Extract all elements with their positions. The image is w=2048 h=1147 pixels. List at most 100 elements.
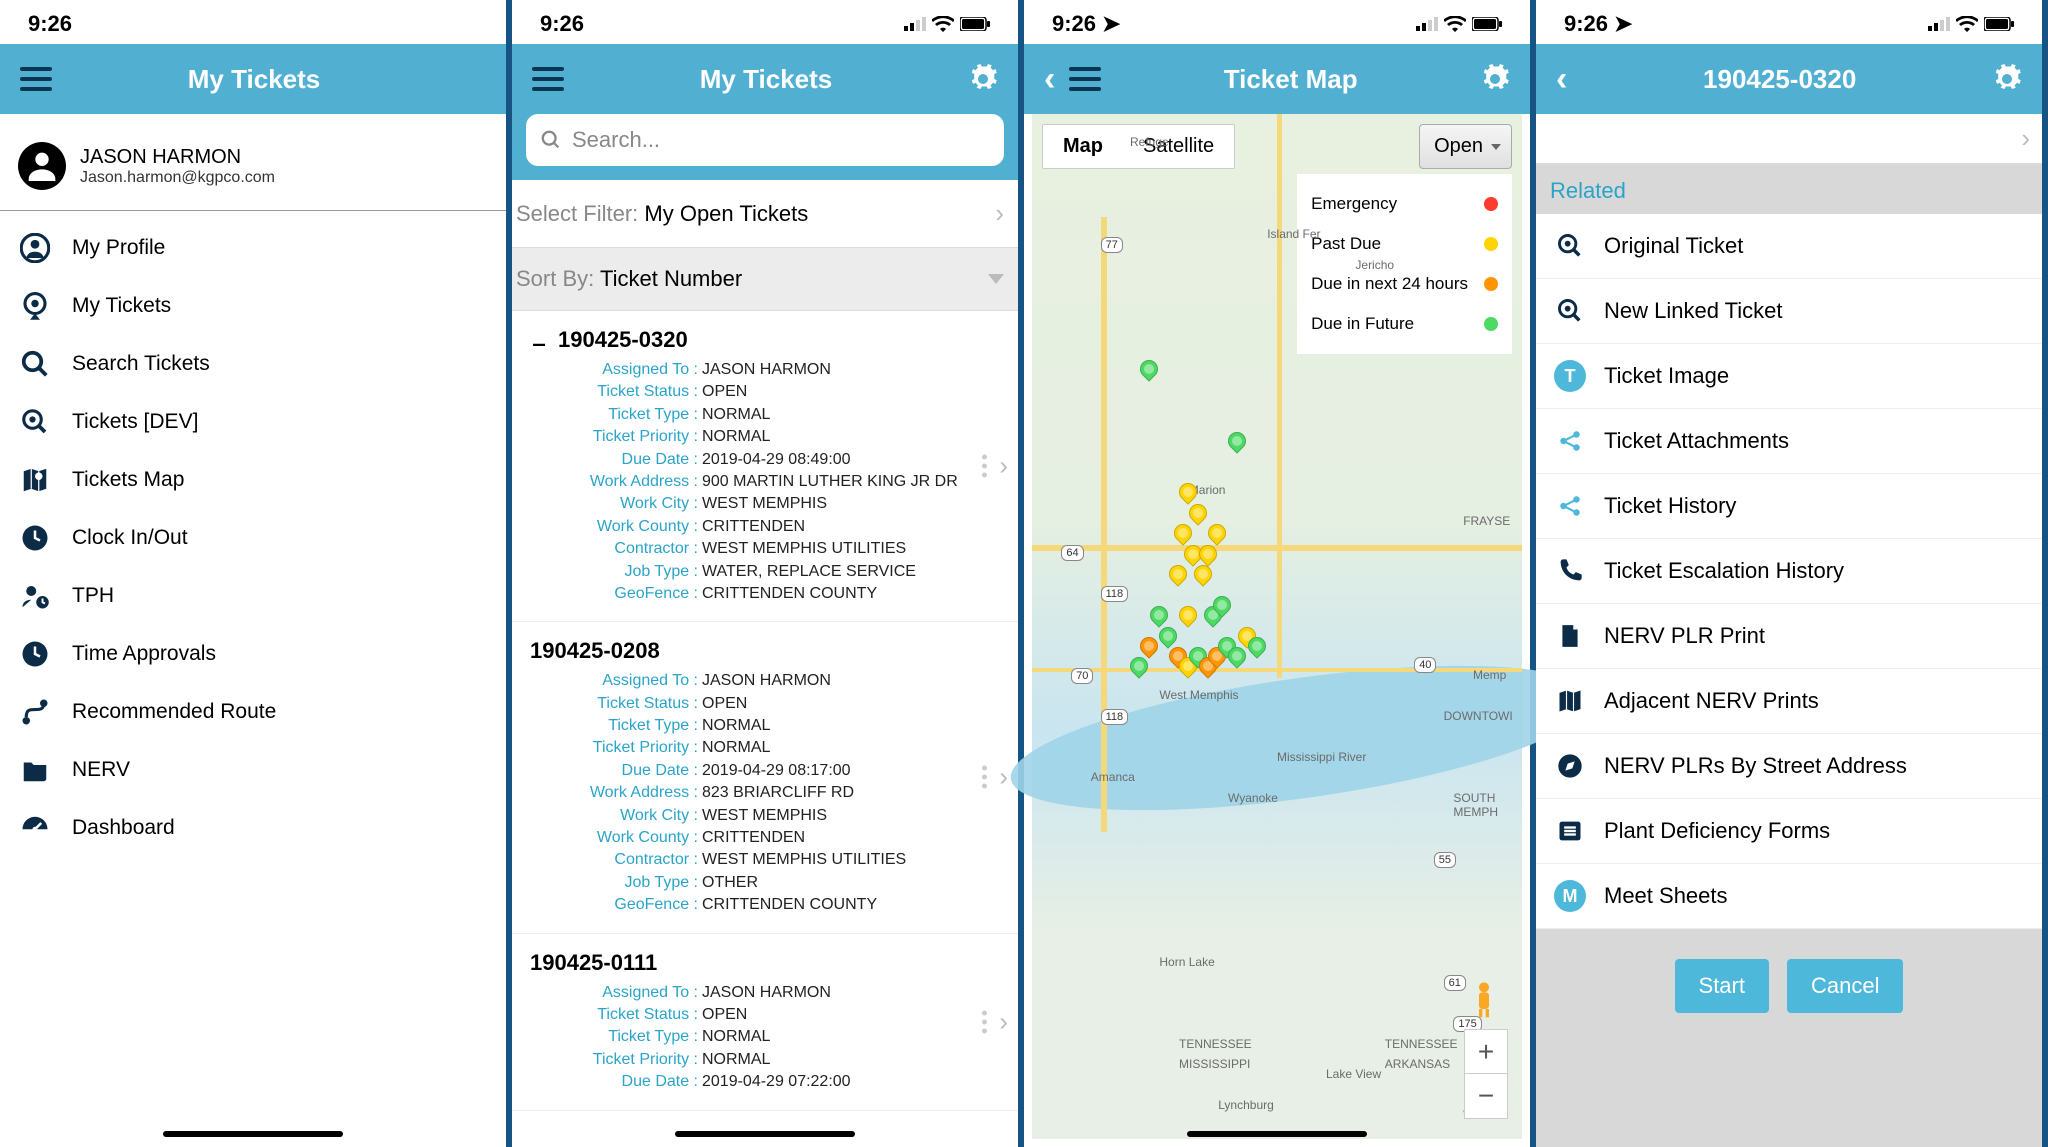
drawer-item[interactable]: My Tickets <box>0 277 506 335</box>
related-item-label: NERV PLR Print <box>1604 623 1765 649</box>
map-place-label: Lynchburg <box>1218 1098 1274 1112</box>
related-item[interactable]: MMeet Sheets <box>1536 864 2042 929</box>
field-value: 2019-04-29 08:17:00 <box>698 760 1004 782</box>
ticket-card[interactable]: 190425-0208Assigned To : JASON HARMONTic… <box>512 622 1018 933</box>
home-indicator[interactable] <box>675 1131 855 1137</box>
ticket-actions: › <box>982 1006 1008 1037</box>
zoom-controls: + − <box>1464 1029 1508 1119</box>
app-title: 190425-0320 <box>1567 64 1992 95</box>
related-item[interactable]: Original Ticket <box>1536 214 2042 279</box>
status-time: 9:26 <box>1564 11 1608 37</box>
highway-shield: 70 <box>1071 668 1093 684</box>
back-icon[interactable]: ‹ <box>1556 60 1567 99</box>
gear-icon[interactable] <box>968 64 998 94</box>
chevron-right-icon[interactable]: › <box>999 762 1008 793</box>
map-place-label: Amanca <box>1091 770 1135 784</box>
start-button[interactable]: Start <box>1675 959 1769 1013</box>
related-item[interactable]: New Linked Ticket <box>1536 279 2042 344</box>
more-icon[interactable] <box>982 1010 987 1033</box>
ticket-number: 190425-0320 <box>530 327 1004 353</box>
back-icon[interactable]: ‹ <box>1044 60 1055 99</box>
user-clock-icon <box>18 579 52 613</box>
field-key: GeoFence : <box>530 894 698 916</box>
field-value: OPEN <box>698 1004 1004 1026</box>
drawer-item[interactable]: Clock In/Out <box>0 509 506 567</box>
header-row[interactable]: › <box>1536 114 2042 164</box>
ticket-list[interactable]: 190425-0320 Assigned To : JASON HARMONTic… <box>512 311 1018 1147</box>
zoom-in-button[interactable]: + <box>1465 1030 1507 1074</box>
drawer-item[interactable]: My Profile <box>0 219 506 277</box>
map-canvas[interactable]: Map Satellite Open EmergencyPast DueDue … <box>1032 114 1522 1139</box>
field-key: Job Type : <box>530 872 698 894</box>
highway-shield: 40 <box>1414 657 1436 673</box>
pegman-icon[interactable] <box>1464 979 1504 1019</box>
field-value: OTHER <box>698 872 1004 894</box>
profile-header[interactable]: JASON HARMON Jason.harmon@kgpco.com <box>0 114 506 211</box>
chevron-right-icon[interactable]: › <box>999 451 1008 482</box>
app-title: Ticket Map <box>1101 64 1480 95</box>
related-item[interactable]: Ticket Attachments <box>1536 409 2042 474</box>
legend-item: Due in next 24 hours <box>1311 264 1498 304</box>
drawer-item[interactable]: Recommended Route <box>0 683 506 741</box>
field-value: CRITTENDEN COUNTY <box>698 894 1004 916</box>
ticket-card[interactable]: 190425-0111Assigned To : JASON HARMONTic… <box>512 934 1018 1111</box>
drawer-item[interactable]: NERV <box>0 741 506 799</box>
related-item[interactable]: Ticket Escalation History <box>1536 539 2042 604</box>
status-icons <box>1928 16 2014 32</box>
sort-row[interactable]: Sort By: Ticket Number <box>512 248 1018 311</box>
related-item[interactable]: Plant Deficiency Forms <box>1536 799 2042 864</box>
ticket-card[interactable]: 190425-0320Assigned To : JASON HARMONTic… <box>512 311 1018 622</box>
drawer-item-label: TPH <box>72 584 114 608</box>
related-item-label: Meet Sheets <box>1604 883 1728 909</box>
drawer-item[interactable]: Time Approvals <box>0 625 506 683</box>
drawer-item[interactable]: Tickets Map <box>0 451 506 509</box>
related-item[interactable]: TTicket Image <box>1536 344 2042 409</box>
filter-label: Select Filter: <box>516 201 638 226</box>
related-item[interactable]: Ticket History <box>1536 474 2042 539</box>
drawer-item[interactable]: Search Tickets <box>0 335 506 393</box>
related-item-label: Ticket History <box>1604 493 1736 519</box>
map-place-label: TENNESSEE <box>1385 1037 1458 1051</box>
field-value: 900 MARTIN LUTHER KING JR DR <box>698 471 1004 493</box>
menu-icon[interactable] <box>20 67 52 91</box>
drawer-item-label: Recommended Route <box>72 700 276 724</box>
battery-icon <box>1984 17 2014 31</box>
legend-dot <box>1484 237 1498 251</box>
chevron-right-icon[interactable]: › <box>999 1006 1008 1037</box>
drawer-item-label: NERV <box>72 758 130 782</box>
cancel-button[interactable]: Cancel <box>1787 959 1903 1013</box>
related-item[interactable]: NERV PLR Print <box>1536 604 2042 669</box>
search-icon <box>18 347 52 381</box>
menu-icon[interactable] <box>1069 67 1101 91</box>
legend-item: Past Due <box>1311 224 1498 264</box>
screen-drawer: 9:26 My Tickets JASON HARMON Jason.harmo… <box>0 0 512 1147</box>
drawer-item[interactable]: TPH <box>0 567 506 625</box>
drawer-item[interactable]: Dashboard <box>0 799 506 857</box>
legend-label: Emergency <box>1311 194 1397 214</box>
field-value: CRITTENDEN <box>698 516 1004 538</box>
related-item[interactable]: NERV PLRs By Street Address <box>1536 734 2042 799</box>
zoom-out-button[interactable]: − <box>1465 1074 1507 1118</box>
drawer-item[interactable]: Tickets [DEV] <box>0 393 506 451</box>
field-key: Assigned To : <box>530 982 698 1004</box>
document-icon <box>1554 620 1586 652</box>
home-indicator[interactable] <box>1187 1131 1367 1137</box>
filter-row[interactable]: Select Filter: My Open Tickets › <box>512 180 1018 248</box>
map-type-map[interactable]: Map <box>1043 125 1123 168</box>
home-indicator[interactable] <box>163 1131 343 1137</box>
related-item[interactable]: Adjacent NERV Prints <box>1536 669 2042 734</box>
status-dropdown[interactable]: Open <box>1419 124 1512 169</box>
menu-icon[interactable] <box>532 67 564 91</box>
field-key: Contractor : <box>530 538 698 560</box>
related-item-label: Ticket Image <box>1604 363 1729 389</box>
status-icons <box>1416 16 1502 32</box>
more-icon[interactable] <box>982 766 987 789</box>
field-value: CRITTENDEN COUNTY <box>698 583 1004 605</box>
ticket-fields: Assigned To : JASON HARMONTicket Status … <box>530 982 1004 1094</box>
download-icon <box>530 331 548 349</box>
status-bar: 9:26 <box>0 0 506 44</box>
more-icon[interactable] <box>982 455 987 478</box>
gear-icon[interactable] <box>1992 64 2022 94</box>
gear-icon[interactable] <box>1480 64 1510 94</box>
search-input[interactable]: Search... <box>526 114 1004 166</box>
